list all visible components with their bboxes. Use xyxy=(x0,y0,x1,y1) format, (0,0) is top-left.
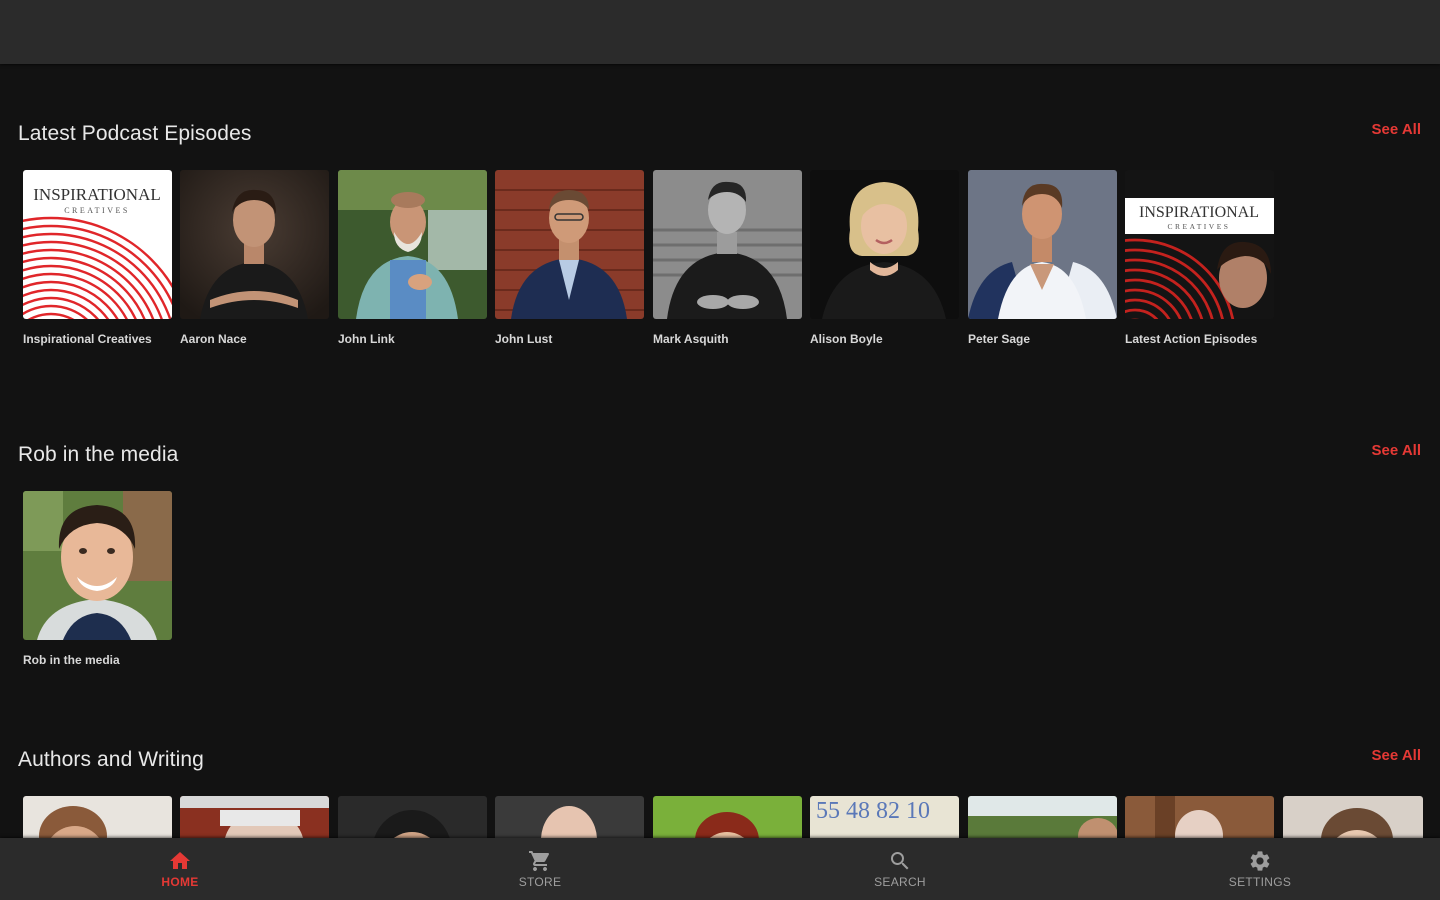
author-artwork xyxy=(23,796,172,838)
episode-title: Alison Boyle xyxy=(810,332,883,346)
author-tile[interactable] xyxy=(653,796,802,838)
home-icon xyxy=(170,852,190,869)
episode-tile[interactable]: Alison Boyle xyxy=(810,170,959,347)
episode-title: Mark Asquith xyxy=(653,332,729,346)
author-artwork xyxy=(495,796,644,838)
episode-title: Inspirational Creatives xyxy=(23,332,152,346)
episode-artwork xyxy=(495,170,644,319)
media-tile[interactable]: Rob in the media xyxy=(23,491,172,668)
episode-artwork xyxy=(968,170,1117,319)
logo-text-line1: INSPIRATIONAL xyxy=(1139,204,1259,221)
media-artwork xyxy=(23,491,172,640)
episode-artwork xyxy=(810,170,959,319)
episode-title: Peter Sage xyxy=(968,332,1031,346)
author-tile[interactable] xyxy=(968,796,1117,838)
nav-search[interactable]: SEARCH xyxy=(720,838,1080,900)
episode-tile[interactable]: INSPIRATIONAL CREATIVES Inspirational Cr… xyxy=(23,170,172,347)
cart-icon xyxy=(529,851,550,871)
section-title: Rob in the media xyxy=(18,443,179,466)
author-artwork xyxy=(1125,796,1274,838)
episode-title: John Lust xyxy=(495,332,553,346)
logo-text-line1: INSPIRATIONAL xyxy=(33,185,161,204)
episode-tile[interactable]: Aaron Nace xyxy=(180,170,329,347)
episode-tile[interactable]: Peter Sage xyxy=(968,170,1117,347)
author-tile[interactable] xyxy=(495,796,644,838)
episode-artwork: INSPIRATIONAL CREATIVES xyxy=(1125,170,1274,319)
section-latest-podcast-episodes: Latest Podcast Episodes See All INSPIRAT… xyxy=(0,64,1440,404)
section-title: Authors and Writing xyxy=(18,748,204,771)
author-tile[interactable] xyxy=(180,796,329,838)
search-icon xyxy=(891,852,909,870)
episode-artwork: INSPIRATIONAL CREATIVES xyxy=(23,170,172,319)
logo-text-line2: CREATIVES xyxy=(1168,222,1231,231)
top-app-bar xyxy=(0,0,1440,64)
gear-icon xyxy=(1250,851,1270,871)
episode-title: Latest Action Episodes xyxy=(1125,332,1258,346)
episode-artwork xyxy=(180,170,329,319)
author-artwork: 55 48 82 10 xyxy=(810,796,959,838)
author-tile[interactable] xyxy=(23,796,172,838)
see-all-link[interactable]: See All xyxy=(1372,442,1421,459)
app-root: Latest Podcast Episodes See All INSPIRAT… xyxy=(0,0,1440,900)
episode-tile[interactable]: Mark Asquith xyxy=(653,170,802,347)
author-artwork xyxy=(338,796,487,838)
nav-label: STORE xyxy=(518,875,562,889)
nav-settings[interactable]: SETTINGS xyxy=(1080,838,1440,900)
nav-home[interactable]: HOME xyxy=(0,838,360,900)
nav-label: SEARCH xyxy=(874,875,926,889)
nav-label: SETTINGS xyxy=(1228,875,1292,889)
author-artwork xyxy=(968,796,1117,838)
nav-label: HOME xyxy=(161,875,199,889)
episode-title: Aaron Nace xyxy=(180,332,247,346)
see-all-link[interactable]: See All xyxy=(1372,121,1421,138)
author-artwork xyxy=(180,796,329,838)
episode-tile[interactable]: John Lust xyxy=(495,170,644,347)
episode-tile[interactable]: John Link xyxy=(338,170,487,347)
author-tile[interactable]: 55 48 82 10 xyxy=(810,796,959,838)
media-title: Rob in the media xyxy=(23,653,120,667)
section-rob-in-the-media: Rob in the media See All Rob in the medi… xyxy=(0,385,1440,685)
author-artwork xyxy=(653,796,802,838)
episode-artwork xyxy=(338,170,487,319)
author-tile[interactable] xyxy=(338,796,487,838)
sign-number: 55 48 82 10 xyxy=(816,798,930,824)
episode-title: John Link xyxy=(338,332,395,346)
episode-artwork xyxy=(653,170,802,319)
home-feed[interactable]: Latest Podcast Episodes See All INSPIRAT… xyxy=(0,64,1440,838)
see-all-link[interactable]: See All xyxy=(1372,747,1421,764)
author-artwork xyxy=(1283,796,1423,838)
nav-store[interactable]: STORE xyxy=(360,838,720,900)
section-authors-and-writing: Authors and Writing See All 55 48 82 10 xyxy=(0,690,1440,838)
logo-text-line2: CREATIVES xyxy=(64,206,130,215)
episode-tile[interactable]: INSPIRATIONAL CREATIVES Latest Action Ep… xyxy=(1125,170,1274,347)
author-tile[interactable] xyxy=(1125,796,1274,838)
author-tile[interactable] xyxy=(1283,796,1423,838)
section-title: Latest Podcast Episodes xyxy=(18,122,252,145)
bottom-navigation: HOME STORE SEARCH SETTINGS xyxy=(0,838,1440,900)
